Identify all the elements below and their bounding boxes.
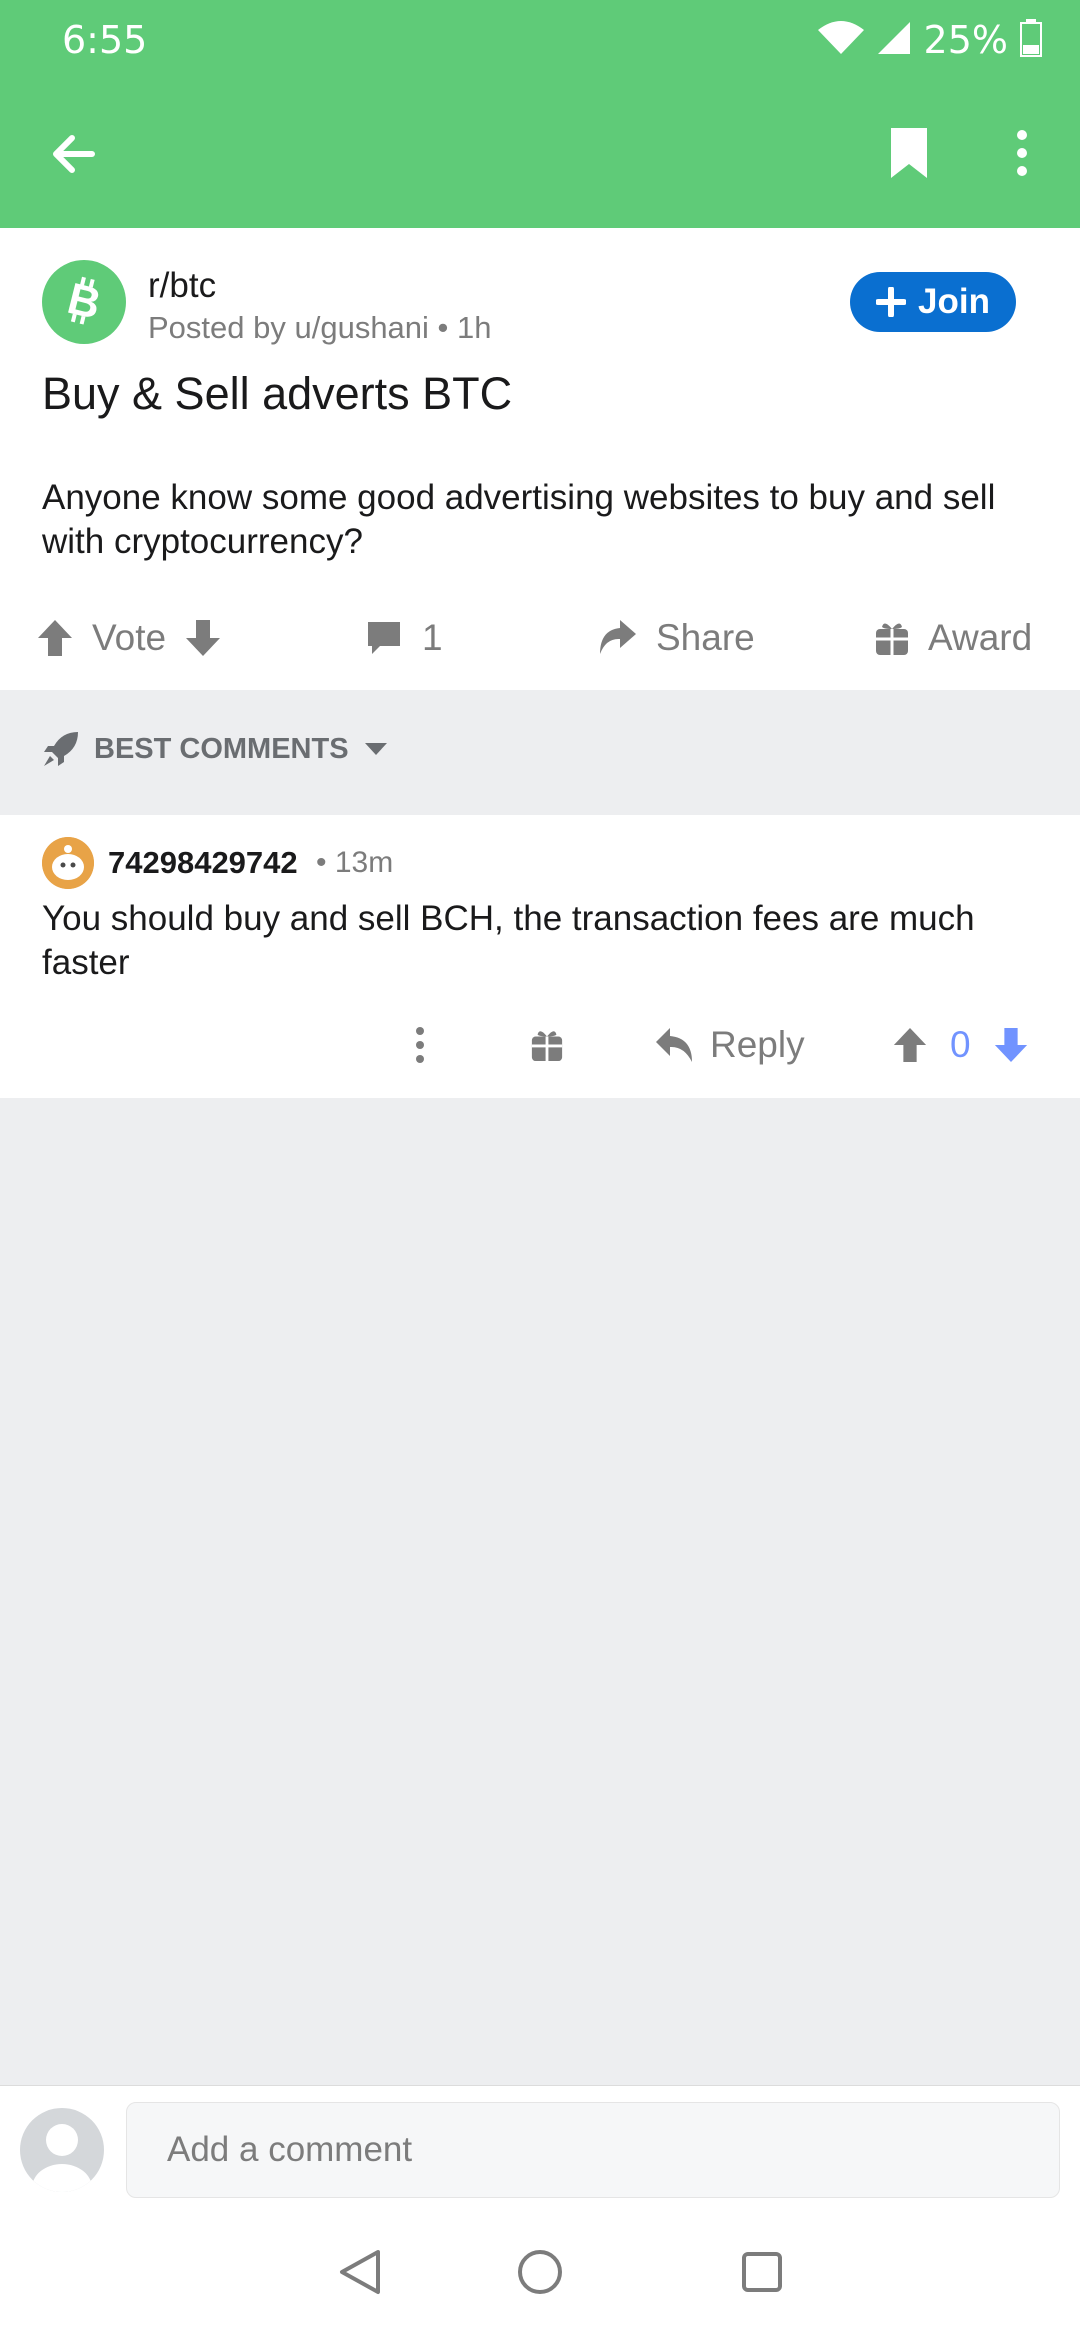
vote-label: Vote [92,617,167,658]
comment-score: 0 [950,1024,971,1065]
comment-award-button[interactable] [530,1015,564,1075]
comment-more-button[interactable] [410,1015,430,1075]
comment-body: You should buy and sell BCH, the transac… [42,899,975,982]
award-label: Award [928,617,1033,658]
join-label: Join [918,282,990,321]
more-vertical-icon [416,1027,424,1063]
signal-icon [876,20,912,61]
back-arrow-icon [53,135,95,173]
nav-recents-button[interactable] [732,2242,792,2302]
upvote-icon[interactable] [892,1026,928,1064]
nav-back-button[interactable] [330,2242,390,2302]
subreddit-name[interactable]: r/btc [148,266,216,306]
post-meta: Posted by u/gushani • 1h [148,310,492,345]
sort-label: BEST COMMENTS [94,732,349,765]
status-icons: 25% [817,16,1042,64]
back-button[interactable] [40,122,104,186]
downvote-icon[interactable] [184,618,222,658]
gift-icon [531,1031,563,1062]
vote-controls: Vote [36,608,222,668]
post-body: Anyone know some good advertising websit… [42,478,996,561]
battery-icon [1020,18,1042,62]
comment-item: 74298429742 • 13m You should buy and sel… [0,815,1080,1098]
reply-label: Reply [710,1024,805,1065]
comments-button[interactable]: 1 [364,608,443,668]
share-label: Share [656,617,755,658]
more-vertical-icon [1017,130,1027,176]
gift-icon [876,623,908,655]
comments-count: 1 [422,617,443,658]
comment-vote-controls: 0 [892,1015,1029,1075]
app-header: 6:55 25% [0,0,1080,228]
nav-home-button[interactable] [510,2242,570,2302]
comment-sort-selector[interactable]: BEST COMMENTS [42,730,389,768]
comment-time: • 13m [316,846,394,879]
comment-input[interactable] [126,2102,1060,2198]
triangle-back-icon [340,2250,380,2294]
downvote-icon[interactable] [993,1026,1029,1064]
caret-down-icon [364,743,387,755]
rocket-icon [44,732,78,766]
comment-sort-bar: BEST COMMENTS [0,690,1080,815]
award-button[interactable]: Award [874,608,1032,668]
reply-button[interactable]: Reply [654,1015,805,1075]
bookmark-button[interactable] [876,120,942,186]
battery-percent: 25% [923,18,1008,62]
plus-icon [876,287,907,317]
post-title: Buy & Sell adverts BTC [42,368,513,419]
comment-author-avatar[interactable] [42,837,94,889]
share-button[interactable]: Share [596,608,755,668]
reply-icon [656,1028,692,1062]
subreddit-avatar[interactable]: B [42,260,126,344]
user-icon [32,2124,92,2192]
bookmark-icon [891,128,927,178]
more-options-button[interactable] [1000,120,1044,186]
user-avatar[interactable] [20,2108,104,2192]
wifi-icon [817,20,864,61]
circle-home-icon [518,2250,562,2294]
share-arrow-icon [600,620,636,654]
bitcoin-icon: B [63,274,106,329]
comment-author[interactable]: 74298429742 [108,845,298,881]
square-recents-icon [742,2252,782,2292]
join-button[interactable]: Join [850,272,1016,332]
status-time: 6:55 [62,18,148,62]
upvote-icon[interactable] [36,618,74,658]
post-card: B r/btc Posted by u/gushani • 1h Join Bu… [0,228,1080,690]
bottom-bar [0,2085,1080,2340]
comment-icon [368,622,400,654]
